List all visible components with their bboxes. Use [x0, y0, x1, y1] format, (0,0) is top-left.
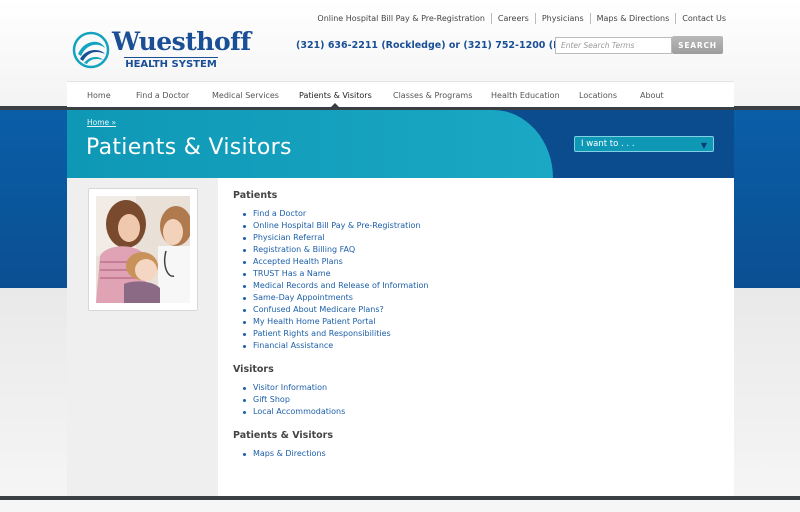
i-want-to-dropdown[interactable]: I want to . . . ▼ — [574, 136, 714, 152]
chevron-down-icon: ▼ — [700, 141, 707, 150]
list-item: Visitor Information — [243, 382, 345, 394]
link-physician-referral[interactable]: Physician Referral — [253, 233, 325, 242]
util-link-physicians[interactable]: Physicians — [534, 13, 590, 24]
list-item: Online Hospital Bill Pay & Pre-Registrat… — [243, 220, 429, 232]
utility-nav: Online Hospital Bill Pay & Pre-Registrat… — [311, 13, 732, 24]
list-item: Registration & Billing FAQ — [243, 244, 429, 256]
dropdown-label: I want to . . . — [581, 139, 635, 149]
link-medicare[interactable]: Confused About Medicare Plans? — [253, 305, 384, 314]
link-maps-directions[interactable]: Maps & Directions — [253, 449, 326, 458]
util-link-careers[interactable]: Careers — [490, 13, 535, 24]
section-title-visitors: Visitors — [233, 364, 274, 375]
link-visitor-information[interactable]: Visitor Information — [253, 383, 327, 392]
link-medical-records[interactable]: Medical Records and Release of Informati… — [253, 281, 429, 290]
hero-banner: Home » Patients & Visitors I want to . .… — [67, 110, 734, 178]
nav-locations[interactable]: Locations — [579, 91, 617, 100]
link-gift-shop[interactable]: Gift Shop — [253, 395, 290, 404]
breadcrumb-home[interactable]: Home » — [87, 118, 116, 127]
photo-frame — [88, 188, 198, 311]
search-input[interactable] — [555, 37, 672, 54]
active-nav-indicator — [330, 103, 340, 108]
nav-classes-programs[interactable]: Classes & Programs — [393, 91, 472, 100]
link-trust[interactable]: TRUST Has a Name — [253, 269, 330, 278]
list-item: Patient Rights and Responsibilities — [243, 328, 429, 340]
link-local-accommodations[interactable]: Local Accommodations — [253, 407, 345, 416]
list-item: Same-Day Appointments — [243, 292, 429, 304]
nav-home[interactable]: Home — [87, 91, 111, 100]
list-item: Accepted Health Plans — [243, 256, 429, 268]
visitors-links: Visitor Information Gift Shop Local Acco… — [243, 382, 345, 418]
link-patient-rights[interactable]: Patient Rights and Responsibilities — [253, 329, 391, 338]
main-nav: Home Find a Doctor Medical Services Pati… — [67, 81, 734, 108]
nav-patients-visitors[interactable]: Patients & Visitors — [299, 91, 372, 100]
link-find-a-doctor[interactable]: Find a Doctor — [253, 209, 306, 218]
patient-photo-illustration — [96, 196, 190, 303]
link-bill-pay[interactable]: Online Hospital Bill Pay & Pre-Registrat… — [253, 221, 421, 230]
patient-photo — [96, 196, 190, 303]
link-same-day[interactable]: Same-Day Appointments — [253, 293, 353, 302]
util-link-bill-pay[interactable]: Online Hospital Bill Pay & Pre-Registrat… — [311, 13, 491, 24]
util-link-contact[interactable]: Contact Us — [675, 13, 732, 24]
util-link-maps[interactable]: Maps & Directions — [589, 13, 676, 24]
list-item: Find a Doctor — [243, 208, 429, 220]
nav-medical-services[interactable]: Medical Services — [212, 91, 279, 100]
list-item: My Health Home Patient Portal — [243, 316, 429, 328]
logo[interactable]: Wuesthoff HEALTH SYSTEM — [72, 27, 251, 72]
link-financial-assistance[interactable]: Financial Assistance — [253, 341, 333, 350]
page-title: Patients & Visitors — [86, 135, 292, 160]
search-button[interactable]: SEARCH — [672, 36, 723, 54]
patients-links: Find a Doctor Online Hospital Bill Pay &… — [243, 208, 429, 352]
nav-health-education[interactable]: Health Education — [491, 91, 560, 100]
list-item: Local Accommodations — [243, 406, 345, 418]
list-item: Confused About Medicare Plans? — [243, 304, 429, 316]
logo-wordmark: Wuesthoff — [112, 27, 251, 56]
section-title-patients-visitors: Patients & Visitors — [233, 430, 333, 441]
link-patient-portal[interactable]: My Health Home Patient Portal — [253, 317, 376, 326]
logo-swirl-icon — [72, 31, 110, 69]
link-registration-faq[interactable]: Registration & Billing FAQ — [253, 245, 355, 254]
list-item: TRUST Has a Name — [243, 268, 429, 280]
list-item: Financial Assistance — [243, 340, 429, 352]
patients-visitors-links: Maps & Directions — [243, 448, 326, 460]
list-item: Gift Shop — [243, 394, 345, 406]
link-health-plans[interactable]: Accepted Health Plans — [253, 257, 343, 266]
section-title-patients: Patients — [233, 190, 278, 201]
logo-subtitle: HEALTH SYSTEM — [124, 57, 218, 70]
nav-find-a-doctor[interactable]: Find a Doctor — [136, 91, 189, 100]
list-item: Medical Records and Release of Informati… — [243, 280, 429, 292]
nav-about[interactable]: About — [640, 91, 664, 100]
footer-divider — [0, 496, 800, 500]
list-item: Maps & Directions — [243, 448, 326, 460]
list-item: Physician Referral — [243, 232, 429, 244]
